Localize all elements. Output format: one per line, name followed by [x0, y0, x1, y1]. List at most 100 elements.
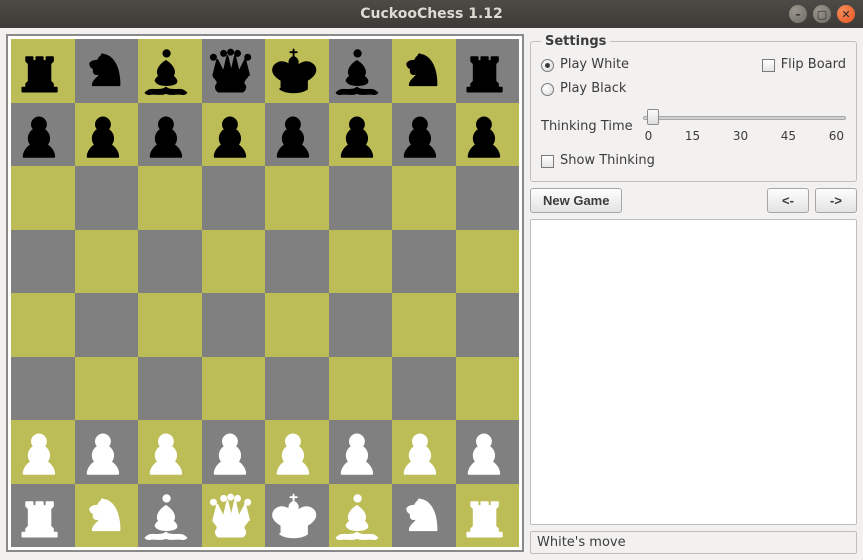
white-pawn-icon[interactable]: [138, 423, 202, 480]
white-bishop-icon[interactable]: [138, 487, 202, 544]
black-pawn-icon[interactable]: [202, 106, 266, 163]
white-pawn-icon[interactable]: [265, 423, 329, 480]
new-game-button[interactable]: New Game: [530, 188, 622, 213]
square-b7[interactable]: [75, 103, 139, 167]
black-knight-icon[interactable]: [392, 42, 456, 99]
square-d2[interactable]: [202, 420, 266, 484]
square-c3[interactable]: [138, 357, 202, 421]
square-d1[interactable]: [202, 484, 266, 548]
square-a3[interactable]: [11, 357, 75, 421]
black-rook-icon[interactable]: [456, 42, 520, 99]
square-h1[interactable]: [456, 484, 520, 548]
white-pawn-icon[interactable]: [392, 423, 456, 480]
maximize-button[interactable]: ▢: [813, 5, 831, 23]
black-pawn-icon[interactable]: [329, 106, 393, 163]
square-e4[interactable]: [265, 293, 329, 357]
black-knight-icon[interactable]: [75, 42, 139, 99]
show-thinking-checkbox[interactable]: Show Thinking: [541, 151, 846, 171]
square-b2[interactable]: [75, 420, 139, 484]
white-pawn-icon[interactable]: [202, 423, 266, 480]
square-d5[interactable]: [202, 230, 266, 294]
square-e1[interactable]: [265, 484, 329, 548]
square-f4[interactable]: [329, 293, 393, 357]
black-pawn-icon[interactable]: [138, 106, 202, 163]
square-b4[interactable]: [75, 293, 139, 357]
square-d8[interactable]: [202, 39, 266, 103]
square-b8[interactable]: [75, 39, 139, 103]
black-king-icon[interactable]: [265, 42, 329, 99]
square-h2[interactable]: [456, 420, 520, 484]
square-d3[interactable]: [202, 357, 266, 421]
square-a6[interactable]: [11, 166, 75, 230]
black-pawn-icon[interactable]: [456, 106, 520, 163]
close-button[interactable]: ✕: [837, 5, 855, 23]
square-h8[interactable]: [456, 39, 520, 103]
square-g8[interactable]: [392, 39, 456, 103]
square-g2[interactable]: [392, 420, 456, 484]
square-g5[interactable]: [392, 230, 456, 294]
square-b5[interactable]: [75, 230, 139, 294]
white-rook-icon[interactable]: [456, 487, 520, 544]
square-h6[interactable]: [456, 166, 520, 230]
white-king-icon[interactable]: [265, 487, 329, 544]
black-pawn-icon[interactable]: [11, 106, 75, 163]
square-e8[interactable]: [265, 39, 329, 103]
square-h5[interactable]: [456, 230, 520, 294]
square-a4[interactable]: [11, 293, 75, 357]
square-e7[interactable]: [265, 103, 329, 167]
square-a8[interactable]: [11, 39, 75, 103]
square-f3[interactable]: [329, 357, 393, 421]
black-bishop-icon[interactable]: [329, 42, 393, 99]
square-b6[interactable]: [75, 166, 139, 230]
square-f8[interactable]: [329, 39, 393, 103]
move-history[interactable]: [530, 219, 857, 525]
white-bishop-icon[interactable]: [329, 487, 393, 544]
play-black-radio[interactable]: Play Black: [541, 79, 629, 99]
square-h4[interactable]: [456, 293, 520, 357]
redo-button[interactable]: ->: [815, 188, 857, 213]
square-b1[interactable]: [75, 484, 139, 548]
thinking-time-slider[interactable]: [643, 109, 846, 127]
square-f1[interactable]: [329, 484, 393, 548]
square-d4[interactable]: [202, 293, 266, 357]
white-rook-icon[interactable]: [11, 487, 75, 544]
square-c6[interactable]: [138, 166, 202, 230]
square-f5[interactable]: [329, 230, 393, 294]
white-pawn-icon[interactable]: [11, 423, 75, 480]
chessboard[interactable]: [11, 39, 519, 547]
square-g7[interactable]: [392, 103, 456, 167]
square-c4[interactable]: [138, 293, 202, 357]
black-pawn-icon[interactable]: [75, 106, 139, 163]
black-pawn-icon[interactable]: [265, 106, 329, 163]
square-c8[interactable]: [138, 39, 202, 103]
play-white-radio[interactable]: Play White: [541, 55, 629, 75]
white-pawn-icon[interactable]: [456, 423, 520, 480]
black-bishop-icon[interactable]: [138, 42, 202, 99]
square-f7[interactable]: [329, 103, 393, 167]
square-e3[interactable]: [265, 357, 329, 421]
white-pawn-icon[interactable]: [75, 423, 139, 480]
minimize-button[interactable]: –: [789, 5, 807, 23]
square-e6[interactable]: [265, 166, 329, 230]
flip-board-checkbox[interactable]: Flip Board: [762, 55, 846, 75]
square-g1[interactable]: [392, 484, 456, 548]
square-f2[interactable]: [329, 420, 393, 484]
white-knight-icon[interactable]: [75, 487, 139, 544]
square-a2[interactable]: [11, 420, 75, 484]
white-queen-icon[interactable]: [202, 487, 266, 544]
square-b3[interactable]: [75, 357, 139, 421]
square-g3[interactable]: [392, 357, 456, 421]
square-d6[interactable]: [202, 166, 266, 230]
square-e5[interactable]: [265, 230, 329, 294]
square-g4[interactable]: [392, 293, 456, 357]
black-rook-icon[interactable]: [11, 42, 75, 99]
slider-thumb[interactable]: [647, 109, 659, 125]
black-pawn-icon[interactable]: [392, 106, 456, 163]
square-h7[interactable]: [456, 103, 520, 167]
undo-button[interactable]: <-: [767, 188, 809, 213]
square-g6[interactable]: [392, 166, 456, 230]
white-knight-icon[interactable]: [392, 487, 456, 544]
square-a5[interactable]: [11, 230, 75, 294]
white-pawn-icon[interactable]: [329, 423, 393, 480]
square-c2[interactable]: [138, 420, 202, 484]
